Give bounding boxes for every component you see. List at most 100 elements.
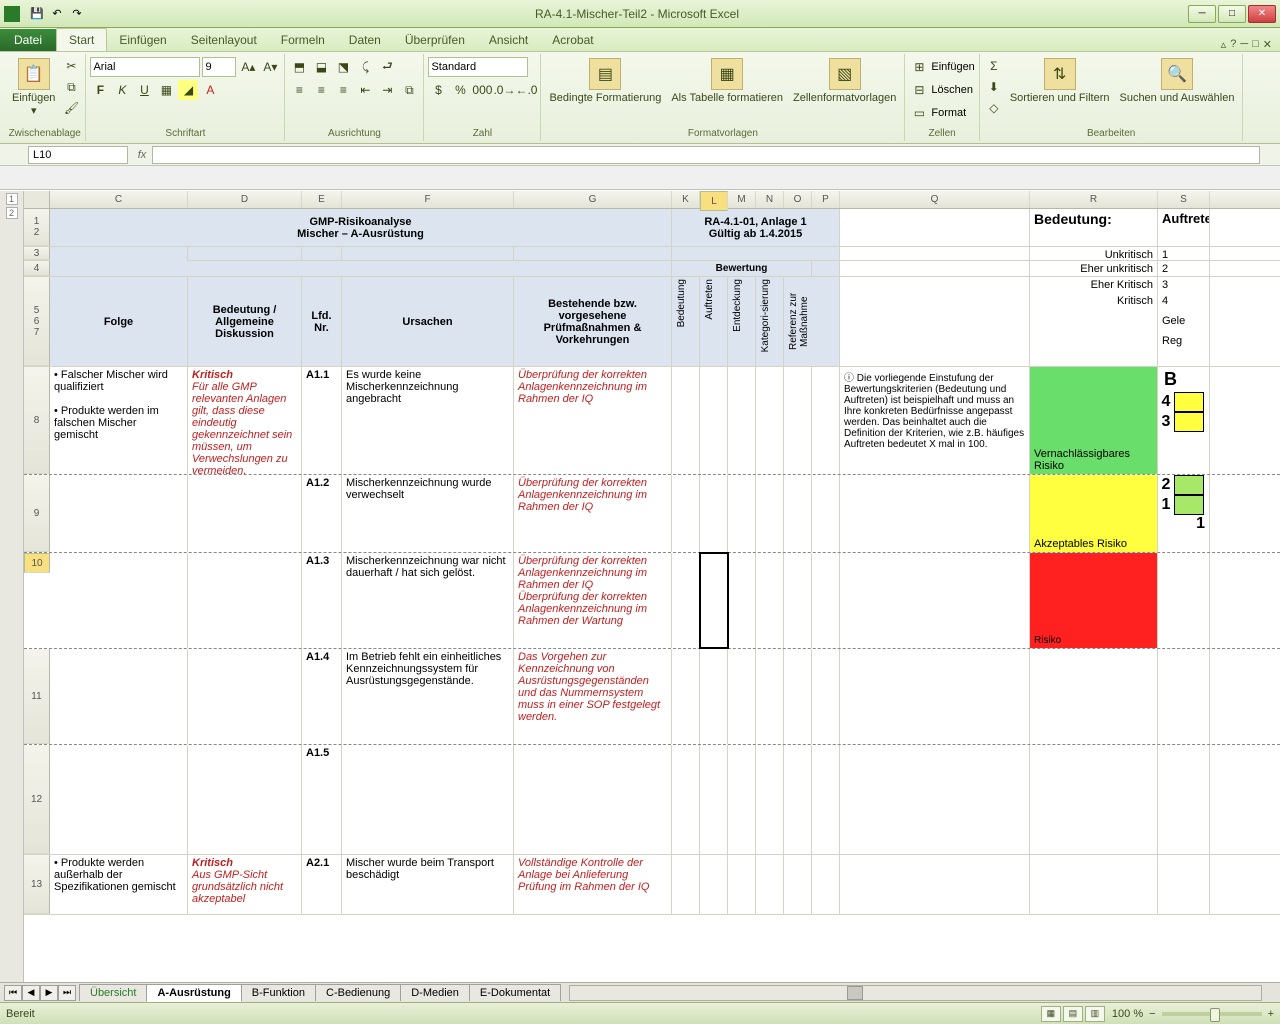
wrap-text-icon[interactable]: ⮐ — [377, 57, 397, 77]
inc-decimal-icon[interactable]: .0→ — [494, 80, 514, 100]
format-table-button[interactable]: ▦Als Tabelle formatieren — [667, 56, 787, 106]
maximize-button[interactable]: □ — [1218, 5, 1246, 23]
col-D[interactable]: D — [188, 191, 302, 208]
cell-F10[interactable]: Mischerkennzeichnung war nicht dauerhaft… — [342, 553, 514, 648]
cell-E10[interactable]: A1.3 — [302, 553, 342, 648]
font-color-button[interactable]: A — [200, 80, 220, 100]
sheet-nav-last[interactable]: ⏭ — [58, 985, 76, 1001]
window-restore-icon[interactable]: □ — [1252, 38, 1259, 51]
insert-cells-icon[interactable]: ⊞ — [909, 57, 929, 77]
outline-level-2[interactable]: 2 — [6, 207, 18, 219]
col-G[interactable]: G — [514, 191, 672, 208]
font-name-select[interactable] — [90, 57, 200, 77]
cell-E11[interactable]: A1.4 — [302, 649, 342, 744]
sheet-tab-c-bedienung[interactable]: C-Bedienung — [315, 984, 401, 1001]
col-F[interactable]: F — [342, 191, 514, 208]
col-R[interactable]: R — [1030, 191, 1158, 208]
sheet-tab-a-ausruestung[interactable]: A-Ausrüstung — [146, 984, 241, 1002]
col-E[interactable]: E — [302, 191, 342, 208]
align-top-icon[interactable]: ⬒ — [289, 57, 309, 77]
fx-icon[interactable]: fx — [132, 149, 152, 161]
currency-icon[interactable]: $ — [428, 80, 448, 100]
cell-E8[interactable]: A1.1 — [302, 367, 342, 474]
undo-icon[interactable]: ↶ — [48, 5, 66, 23]
sheet-nav-prev[interactable]: ◀ — [22, 985, 40, 1001]
active-cell-L10[interactable] — [700, 553, 728, 648]
col-N[interactable]: N — [756, 191, 784, 208]
cell-G11[interactable]: Das Vorgehen zur Kennzeichnung von Ausrü… — [514, 649, 672, 744]
sheet-tab-b-funktion[interactable]: B-Funktion — [241, 984, 316, 1001]
align-left-icon[interactable]: ≡ — [289, 80, 309, 100]
cell-D8[interactable]: KritischFür alle GMP relevanten Anlagen … — [188, 367, 302, 474]
sheet-tab-e-dokumentat[interactable]: E-Dokumentat — [469, 984, 561, 1001]
col-P[interactable]: P — [812, 191, 840, 208]
redo-icon[interactable]: ↷ — [68, 5, 86, 23]
window-min-icon[interactable]: ─ — [1240, 38, 1248, 51]
autosum-icon[interactable]: Σ — [984, 56, 1004, 76]
italic-button[interactable]: K — [112, 80, 132, 100]
file-tab[interactable]: Datei — [0, 29, 56, 51]
close-button[interactable]: ✕ — [1248, 5, 1276, 23]
decrease-font-icon[interactable]: A▾ — [260, 57, 280, 77]
underline-button[interactable]: U — [134, 80, 154, 100]
save-icon[interactable]: 💾 — [28, 5, 46, 23]
conditional-format-button[interactable]: ▤Bedingte Formatierung — [545, 56, 665, 106]
fill-color-button[interactable]: ◢ — [178, 80, 198, 100]
delete-cells-icon[interactable]: ⊟ — [909, 80, 929, 100]
col-Q[interactable]: Q — [840, 191, 1030, 208]
format-painter-icon[interactable]: 🖌 — [61, 98, 81, 118]
help-icon[interactable]: ? — [1230, 38, 1236, 51]
align-right-icon[interactable]: ≡ — [333, 80, 353, 100]
window-close-icon[interactable]: ✕ — [1263, 38, 1272, 51]
view-page-break-icon[interactable]: ▥ — [1085, 1006, 1105, 1022]
align-middle-icon[interactable]: ⬓ — [311, 57, 331, 77]
cell-G10[interactable]: Überprüfung der korrekten Anlagenkennzei… — [514, 553, 672, 648]
align-bottom-icon[interactable]: ⬔ — [333, 57, 353, 77]
merge-icon[interactable]: ⧉ — [399, 80, 419, 100]
cell-F8[interactable]: Es wurde keine Mischerkennzeichnung ange… — [342, 367, 514, 474]
align-center-icon[interactable]: ≡ — [311, 80, 331, 100]
col-M[interactable]: M — [728, 191, 756, 208]
col-K[interactable]: K — [672, 191, 700, 208]
format-cells-icon[interactable]: ▭ — [909, 103, 929, 123]
bold-button[interactable]: F — [90, 80, 110, 100]
col-C[interactable]: C — [50, 191, 188, 208]
zoom-out-icon[interactable]: − — [1149, 1008, 1155, 1020]
thousands-icon[interactable]: 000 — [472, 80, 492, 100]
dec-decimal-icon[interactable]: ←.0 — [516, 80, 536, 100]
tab-insert[interactable]: Einfügen — [107, 29, 178, 51]
formula-input[interactable] — [152, 146, 1260, 164]
outline-level-1[interactable]: 1 — [6, 193, 18, 205]
name-box[interactable]: L10 — [28, 146, 128, 164]
cell-C8[interactable]: • Falscher Mischer wird qualifiziert • P… — [50, 367, 188, 474]
view-normal-icon[interactable]: ▦ — [1041, 1006, 1061, 1022]
tab-start[interactable]: Start — [56, 28, 107, 51]
font-size-select[interactable] — [202, 57, 236, 77]
increase-font-icon[interactable]: A▴ — [238, 57, 258, 77]
cell-G8[interactable]: Überprüfung der korrekten Anlagenkennzei… — [514, 367, 672, 474]
fill-icon[interactable]: ⬇ — [984, 77, 1004, 97]
cell-E9[interactable]: A1.2 — [302, 475, 342, 552]
sheet-nav-next[interactable]: ▶ — [40, 985, 58, 1001]
border-button[interactable]: ▦ — [156, 80, 176, 100]
tab-review[interactable]: Überprüfen — [393, 29, 477, 51]
tab-layout[interactable]: Seitenlayout — [179, 29, 269, 51]
cell-D13[interactable]: KritischAus GMP-Sicht grundsätzlich nich… — [188, 855, 302, 914]
find-select-button[interactable]: 🔍Suchen und Auswählen — [1115, 56, 1238, 106]
cell-C13[interactable]: • Produkte werden außerhalb der Spezifik… — [50, 855, 188, 914]
view-page-layout-icon[interactable]: ▤ — [1063, 1006, 1083, 1022]
sheet-tab-d-medien[interactable]: D-Medien — [400, 984, 470, 1001]
sheet-nav-first[interactable]: ⏮ — [4, 985, 22, 1001]
zoom-slider[interactable] — [1162, 1012, 1262, 1016]
indent-dec-icon[interactable]: ⇤ — [355, 80, 375, 100]
cut-icon[interactable]: ✂ — [61, 56, 81, 76]
col-O[interactable]: O — [784, 191, 812, 208]
zoom-in-icon[interactable]: + — [1268, 1008, 1274, 1020]
cell-G9[interactable]: Überprüfung der korrekten Anlagenkennzei… — [514, 475, 672, 552]
cell-G13[interactable]: Vollständige Kontrolle der Anlage bei An… — [514, 855, 672, 914]
col-S[interactable]: S — [1158, 191, 1210, 208]
cell-E13[interactable]: A2.1 — [302, 855, 342, 914]
number-format-select[interactable] — [428, 57, 528, 77]
cell-E12[interactable]: A1.5 — [302, 745, 342, 854]
tab-acrobat[interactable]: Acrobat — [540, 29, 605, 51]
